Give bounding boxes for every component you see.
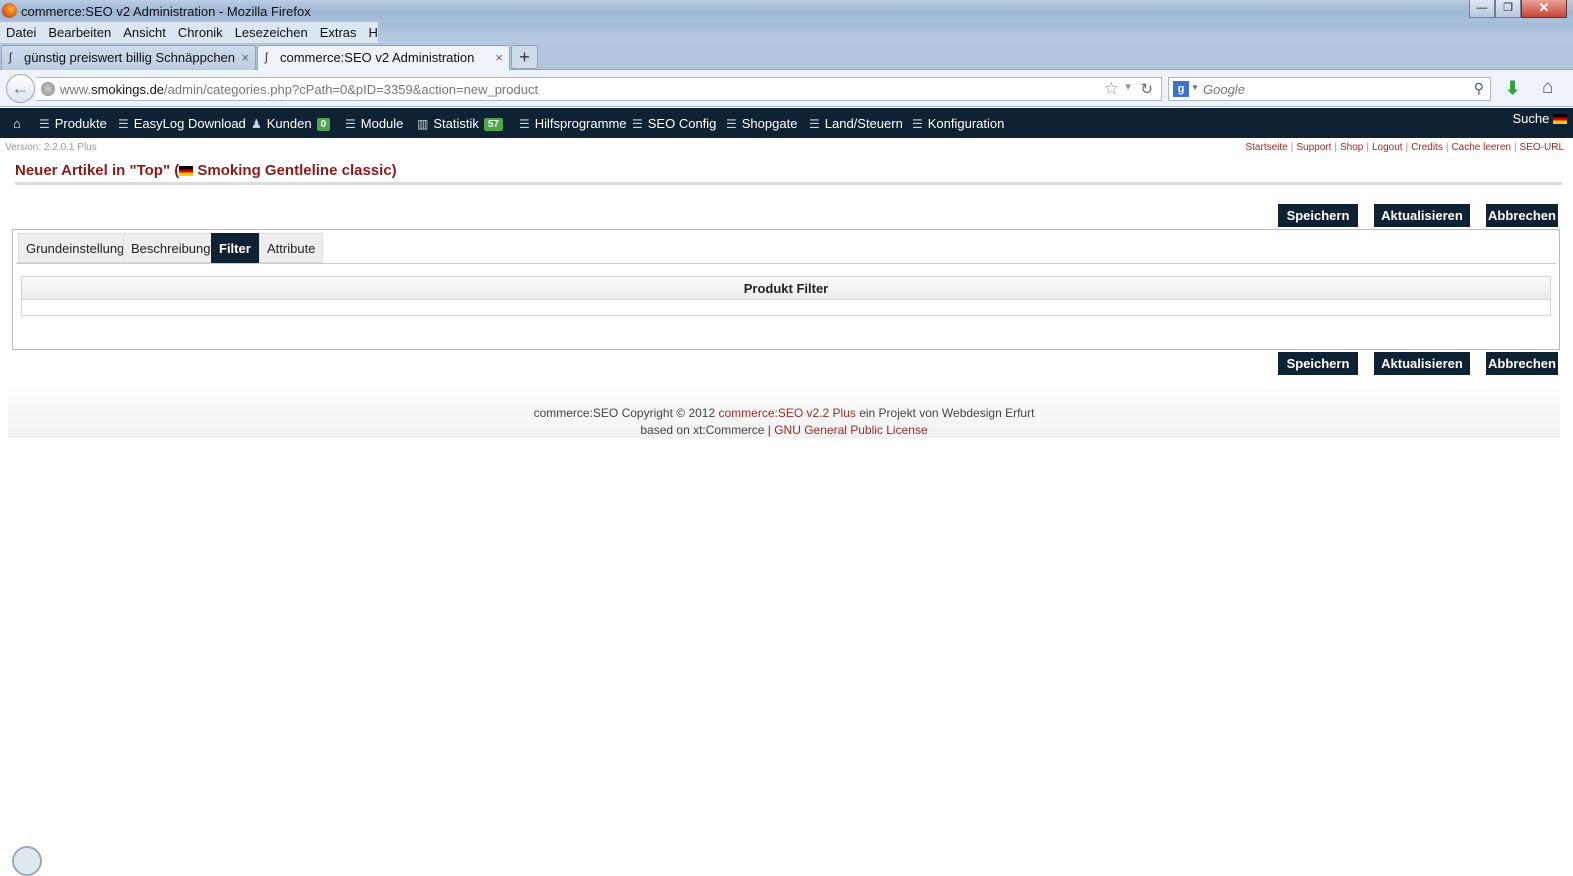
product-form-panel: Grundeinstellung Beschreibung Filter Att… [12,229,1560,350]
browser-tab-1[interactable]: ʃ günstig preiswert billig Schnäppchen .… [1,45,256,89]
list-icon: ☰ [118,117,129,131]
update-button-bottom[interactable]: Aktualisieren [1374,352,1470,375]
bar-chart-icon: ▥ [417,117,429,131]
window-controls: — ❐ ✕ [1469,0,1567,18]
german-flag-icon [1553,114,1567,124]
list-icon: ☰ [345,117,356,131]
menu-bearbeiten[interactable]: Bearbeiten [48,25,111,40]
cancel-button-bottom[interactable]: Abbrechen [1486,352,1558,375]
save-button-top[interactable]: Speichern [1278,204,1358,227]
taskbar-orb-icon[interactable] [12,846,42,876]
list-icon: ☰ [912,117,923,131]
engine-dropdown-icon[interactable]: ▼ [1191,83,1199,92]
maximize-button[interactable]: ❐ [1495,0,1521,18]
nav-produkte[interactable]: ☰ Produkte [39,108,107,138]
update-button-top[interactable]: Aktualisieren [1374,204,1470,227]
product-filter-table: Produkt Filter [21,276,1551,316]
save-button-bottom[interactable]: Speichern [1278,352,1358,375]
menu-datei[interactable]: Datei [6,25,36,40]
list-icon: ☰ [632,117,643,131]
menu-ansicht[interactable]: Ansicht [123,25,166,40]
download-arrow-icon[interactable]: ⬇ [1505,78,1520,99]
german-flag-icon [179,166,194,176]
search-box[interactable]: g ▼ ⚲ [1168,77,1491,101]
list-icon: ☰ [519,117,530,131]
list-icon: ☰ [809,117,820,131]
link-seo-url[interactable]: SEO-URL [1520,142,1564,153]
window-titlebar: commerce:SEO v2 Administration - Mozilla… [0,0,1573,22]
bookmark-star-icon[interactable]: ☆ [1104,79,1119,99]
link-credits[interactable]: Credits [1411,142,1443,153]
url-bar[interactable]: www.smokings.de/admin/categories.php?cPa… [36,77,1162,101]
page-title: Neuer Artikel in "Top" ( Smoking Gentlel… [15,162,397,179]
search-magnifier-icon[interactable]: ⚲ [1474,80,1484,97]
link-cache-leeren[interactable]: Cache leeren [1451,142,1510,153]
browser-tabstrip: ʃ günstig preiswert billig Schnäppchen .… [0,43,1573,89]
nav-hilfsprogramme[interactable]: ☰ Hilfsprogramme [519,108,627,138]
admin-search-link[interactable]: Suche [1513,108,1567,130]
product-filter-heading: Produkt Filter [22,277,1550,300]
admin-home-icon[interactable]: ⌂ [13,108,21,138]
nav-module[interactable]: ☰ Module [345,108,403,138]
reload-icon[interactable]: ↻ [1140,80,1153,98]
google-engine-icon[interactable]: g [1173,81,1189,97]
version-text: Version: 2.2.0.1 Plus [5,142,97,153]
kunden-count-badge: 0 [316,118,331,131]
menu-extras[interactable]: Extras [320,25,357,40]
new-tab-button[interactable]: + [511,45,538,69]
link-startseite[interactable]: Startseite [1245,142,1287,153]
nav-shopgate[interactable]: ☰ Shopgate [726,108,797,138]
browser-tab-2[interactable]: ʃ commerce:SEO v2 Administration × [257,45,510,71]
history-dropdown-icon[interactable]: ▼ [1123,82,1133,93]
tab-attribute[interactable]: Attribute [259,233,324,263]
url-text[interactable]: www.smokings.de/admin/categories.php?cPa… [60,82,538,97]
link-shop[interactable]: Shop [1340,142,1363,153]
menu-lesezeichen[interactable]: Lesezeichen [235,25,308,40]
footer-copyright: commerce:SEO Copyright © 2012 commerce:S… [533,406,1035,420]
cancel-button-top[interactable]: Abbrechen [1486,204,1558,227]
tabs-divider [16,263,1556,264]
link-logout[interactable]: Logout [1372,142,1403,153]
menu-bar: Datei Bearbeiten Ansicht Chronik Lesezei… [0,22,395,43]
close-window-button[interactable]: ✕ [1521,0,1567,18]
nav-konfiguration[interactable]: ☰ Konfiguration [912,108,1004,138]
navigation-bar: ← www.smokings.de/admin/categories.php?c… [0,70,1573,107]
page-footer: commerce:SEO Copyright © 2012 commerce:S… [8,385,1560,438]
title-divider [15,182,1562,185]
window-title: commerce:SEO v2 Administration - Mozilla… [21,4,311,19]
tab-beschreibung[interactable]: Beschreibung [123,233,219,263]
footer-license: based on xt:Commerce | GNU General Publi… [640,423,928,437]
browser-tab-label: commerce:SEO v2 Administration [280,50,475,65]
close-tab-icon[interactable]: × [495,46,503,70]
statistik-count-badge: 57 [483,118,503,131]
user-icon: ♟ [251,117,262,131]
firefox-logo-icon [2,3,17,18]
top-links: Startseite | Support | Shop | Logout | Credits | C… [1245,142,1564,153]
link-support[interactable]: Support [1296,142,1331,153]
list-icon: ☰ [726,117,737,131]
commerce-seo-link[interactable]: commerce:SEO v2.2 Plus [718,406,855,420]
search-input[interactable] [1203,80,1463,98]
nav-seo-config[interactable]: ☰ SEO Config [632,108,716,138]
tab-grundeinstellung[interactable]: Grundeinstellung [18,233,133,263]
nav-land-steuern[interactable]: ☰ Land/Steuern [809,108,903,138]
smoking-favicon-icon: ʃ [265,50,268,64]
nav-kunden[interactable]: ♟ Kunden 0 [251,108,331,138]
nav-easylog-download[interactable]: ☰ EasyLog Download [118,108,246,138]
tab-filter[interactable]: Filter [211,233,259,263]
nav-statistik[interactable]: ▥ Statistik 57 [417,108,503,138]
admin-navbar: ⌂ ☰ Produkte ☰ EasyLog Download ♟ Kunden 0 ☰… [0,108,1573,138]
gpl-link[interactable]: GNU General Public License [774,423,927,437]
menu-chronik[interactable]: Chronik [178,25,223,40]
back-button[interactable]: ← [6,74,35,103]
smoking-favicon-icon: ʃ [9,50,12,64]
menubar-background [378,22,1573,43]
list-icon: ☰ [39,117,50,131]
minimize-button[interactable]: — [1469,0,1495,18]
home-icon[interactable]: ⌂ [1542,77,1553,99]
site-identity-icon[interactable] [41,82,55,96]
close-tab-icon[interactable]: × [241,46,249,70]
